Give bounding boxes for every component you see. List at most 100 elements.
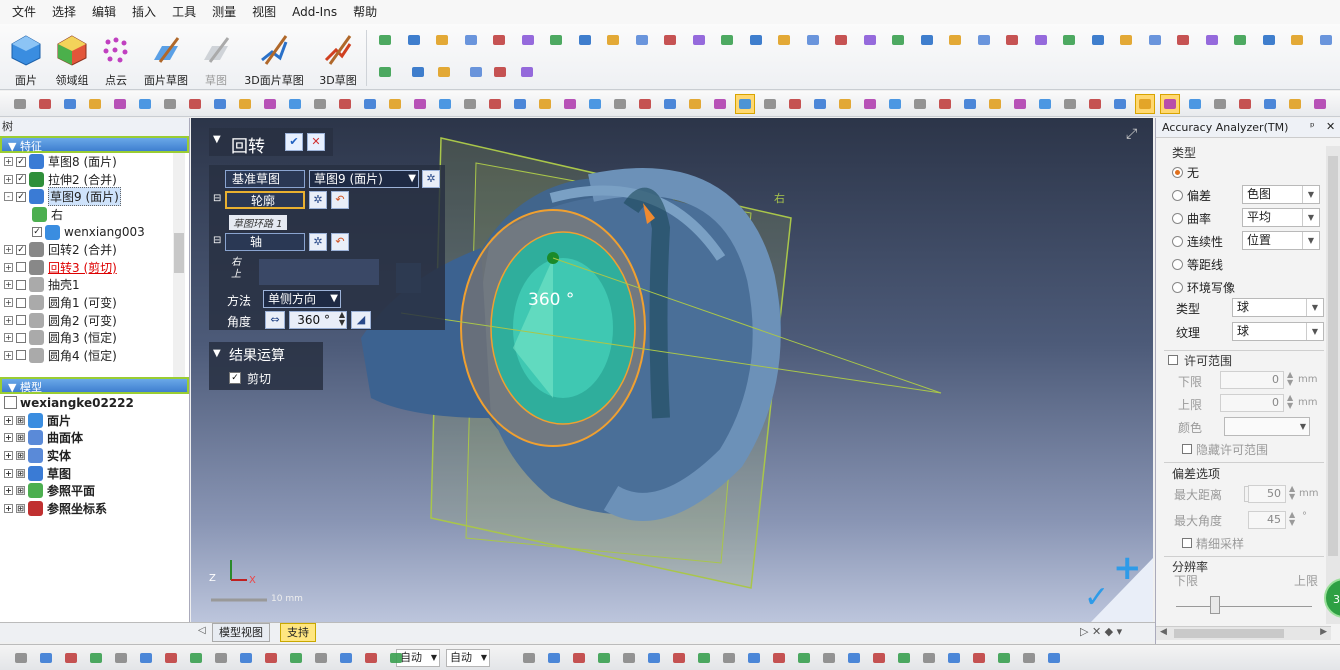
tool-icon[interactable] — [387, 649, 405, 667]
model-root-checkbox[interactable] — [4, 396, 17, 410]
axis-collapse-icon[interactable]: ⊟ — [213, 235, 221, 246]
tool-icon[interactable] — [310, 94, 330, 114]
tool-icon[interactable] — [375, 62, 395, 82]
model-row[interactable]: + ⊞ 参照坐标系 — [4, 500, 189, 518]
tool-icon[interactable] — [1010, 94, 1030, 114]
feature-row[interactable]: + 圆角4 (恒定) — [4, 347, 189, 365]
tool-icon[interactable] — [689, 30, 709, 50]
radio-button[interactable] — [1172, 190, 1183, 201]
max-distance-input[interactable]: 50 — [1248, 485, 1286, 503]
base-sketch-clear-button[interactable]: ✲ — [422, 170, 440, 188]
accuracy-option-select[interactable]: 平均 ▼ — [1242, 208, 1320, 227]
tool-icon[interactable] — [1135, 94, 1155, 114]
tool-icon[interactable] — [1285, 94, 1305, 114]
axis-reset-button[interactable]: ↶ — [331, 233, 349, 251]
radio-button[interactable] — [1172, 259, 1183, 270]
angle-input[interactable]: 360 ° ▲ ▼ — [289, 311, 347, 329]
tool-icon[interactable] — [362, 649, 380, 667]
feature-visibility-checkbox[interactable] — [16, 262, 26, 273]
tool-icon[interactable] — [187, 649, 205, 667]
profile-reset-button[interactable]: ↶ — [331, 191, 349, 209]
feature-visibility-checkbox[interactable]: ✓ — [16, 174, 26, 185]
tool-icon[interactable] — [610, 94, 630, 114]
horizontal-scrollbar[interactable]: ◀ ▶ — [1156, 626, 1331, 640]
close-icon[interactable]: ✕ — [1326, 120, 1335, 133]
tool-icon[interactable] — [1002, 30, 1022, 50]
tool-icon[interactable] — [1316, 30, 1336, 50]
tool-icon[interactable] — [1287, 30, 1307, 50]
tool-icon[interactable] — [645, 649, 663, 667]
region-group-button[interactable]: 领域组 — [50, 28, 94, 88]
axis-list[interactable] — [259, 259, 379, 285]
filter-select-2[interactable]: 自动 ▼ — [446, 649, 490, 667]
expand-icon[interactable]: + — [4, 157, 13, 167]
tool-icon[interactable] — [635, 94, 655, 114]
tool-icon[interactable] — [435, 94, 455, 114]
tool-icon[interactable] — [485, 94, 505, 114]
scroll-right-icon[interactable]: ▶ — [1320, 627, 1327, 637]
tool-icon[interactable] — [735, 94, 755, 114]
axis-value[interactable]: 右上 — [231, 257, 241, 281]
menu-file[interactable]: 文件 — [4, 0, 44, 24]
tool-icon[interactable] — [12, 649, 30, 667]
tool-icon[interactable] — [935, 94, 955, 114]
menu-edit[interactable]: 编辑 — [84, 0, 124, 24]
tool-icon[interactable] — [1060, 94, 1080, 114]
result-collapse-icon[interactable]: ▼ — [213, 348, 221, 359]
tool-icon[interactable] — [1085, 94, 1105, 114]
tool-icon[interactable] — [460, 94, 480, 114]
cut-checkbox[interactable]: ✓ — [229, 372, 241, 384]
accuracy-option[interactable]: 环境写像 — [1172, 279, 1235, 296]
accuracy-option[interactable]: 偏差 — [1172, 187, 1211, 204]
color-picker[interactable]: ▼ — [1224, 417, 1310, 436]
tool-icon[interactable] — [1260, 94, 1280, 114]
ok-button[interactable]: ✔ — [285, 133, 303, 151]
feature-visibility-checkbox[interactable]: ✓ — [16, 156, 26, 167]
expand-icon[interactable]: + — [4, 486, 13, 496]
tool-icon[interactable] — [717, 30, 737, 50]
tool-icon[interactable] — [895, 649, 913, 667]
upper-input[interactable]: 0 — [1220, 394, 1284, 412]
accuracy-option-select[interactable]: 位置 ▼ — [1242, 231, 1320, 250]
tool-icon[interactable] — [489, 30, 509, 50]
tool-icon[interactable] — [910, 94, 930, 114]
3d-sketch-button[interactable]: 3D草图 — [314, 28, 362, 88]
tool-icon[interactable] — [520, 649, 538, 667]
tool-icon[interactable] — [960, 94, 980, 114]
mesh-button[interactable]: 面片 — [4, 28, 48, 88]
tool-icon[interactable] — [466, 62, 486, 82]
vertical-scroll-thumb[interactable] — [1328, 156, 1338, 556]
tool-icon[interactable] — [112, 649, 130, 667]
method-dropdown[interactable]: 单侧方向 ▼ — [263, 290, 341, 308]
tool-icon[interactable] — [461, 30, 481, 50]
tool-icon[interactable] — [235, 94, 255, 114]
base-sketch-field[interactable]: 基准草图 — [225, 170, 305, 188]
expand-icon[interactable]: + — [4, 451, 13, 461]
tool-icon[interactable] — [135, 94, 155, 114]
tool-icon[interactable] — [287, 649, 305, 667]
menu-help[interactable]: 帮助 — [345, 0, 385, 24]
tool-icon[interactable] — [360, 94, 380, 114]
collapse-icon[interactable]: - — [4, 192, 13, 202]
3d-mesh-sketch-button[interactable]: 3D面片草图 — [242, 28, 306, 88]
tool-icon[interactable] — [970, 649, 988, 667]
max-angle-spinner[interactable]: ▲ ▼ — [1289, 511, 1295, 527]
tool-icon[interactable] — [810, 94, 830, 114]
tool-icon[interactable] — [620, 649, 638, 667]
feature-visibility-checkbox[interactable] — [16, 332, 26, 343]
tool-icon[interactable] — [285, 94, 305, 114]
radio-button[interactable] — [1172, 236, 1183, 247]
axis-field[interactable]: 轴 — [225, 233, 305, 251]
tool-icon[interactable] — [660, 30, 680, 50]
tool-icon[interactable] — [760, 94, 780, 114]
tool-icon[interactable] — [820, 649, 838, 667]
tool-icon[interactable] — [745, 649, 763, 667]
expand-icon[interactable]: + — [4, 350, 13, 360]
tool-icon[interactable] — [1020, 649, 1038, 667]
tool-icon[interactable] — [860, 30, 880, 50]
model-row[interactable]: + ⊞ 草图 — [4, 464, 189, 482]
lower-spinner[interactable]: ▲ ▼ — [1287, 371, 1293, 387]
tool-icon[interactable] — [785, 94, 805, 114]
tab-scroll-left-icon[interactable]: ◁ — [198, 625, 206, 636]
tool-icon[interactable] — [1173, 30, 1193, 50]
